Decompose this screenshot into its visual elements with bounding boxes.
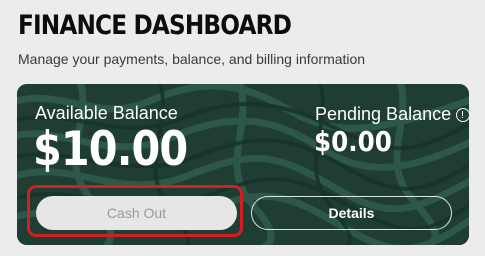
cash-out-button[interactable]: Cash Out: [36, 196, 237, 230]
available-balance-amount: $10.00: [33, 122, 188, 177]
pending-balance-label: Pending Balance: [315, 104, 452, 124]
pending-balance-amount: $0.00: [314, 125, 392, 158]
details-button[interactable]: Details: [251, 196, 452, 230]
page-subtitle: Manage your payments, balance, and billi…: [18, 51, 366, 67]
page-title: FINANCE DASHBOARD: [18, 10, 292, 41]
available-balance-label: Available Balance: [35, 103, 178, 123]
pending-balance-header: Pending Balance: [315, 104, 469, 125]
info-circle-icon[interactable]: [456, 107, 469, 122]
